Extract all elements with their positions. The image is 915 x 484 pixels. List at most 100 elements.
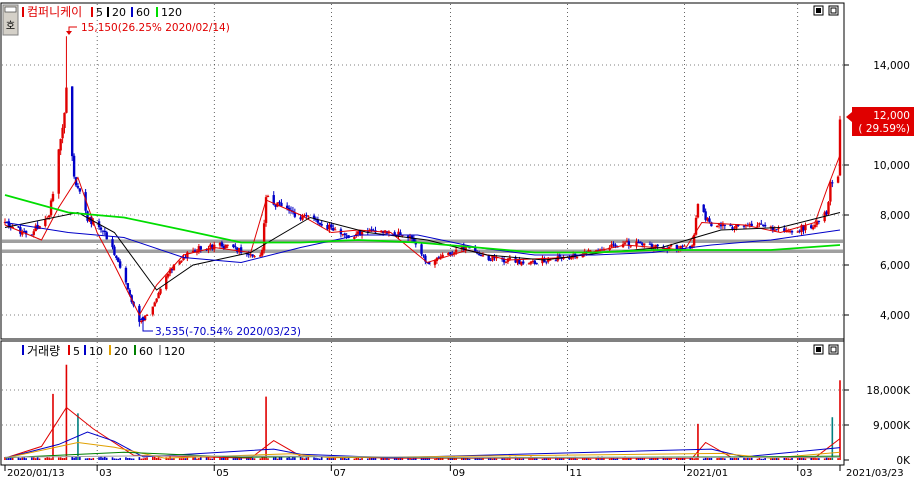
volume-bar [50, 458, 52, 460]
volume-bar [8, 457, 10, 460]
volume-bar [449, 458, 452, 460]
volume-bar [735, 457, 738, 460]
legend-marker-icon [22, 7, 24, 17]
volume-bar [142, 458, 145, 460]
candle-body [151, 306, 155, 315]
volume-bar [802, 458, 805, 460]
candle-body [702, 204, 705, 212]
candle-body [47, 215, 51, 218]
volume-bar [409, 458, 411, 460]
volume-bar [32, 457, 35, 460]
volume-bar [762, 458, 765, 460]
volume-bar [388, 458, 390, 460]
price-tick-label: 4,000 [880, 310, 910, 322]
volume-bar [276, 458, 279, 460]
candle-body [140, 321, 143, 323]
candle-body [508, 257, 512, 260]
candle-body [111, 239, 114, 248]
volume-bar [38, 458, 41, 460]
volume-bar [73, 457, 75, 460]
volume-bar [63, 458, 66, 460]
volume-bar [132, 458, 135, 460]
volume-bar [361, 458, 363, 460]
x-tick-label: 07 [333, 468, 346, 479]
volume-bar [48, 457, 50, 460]
legend-vol-ma5: 5 [73, 345, 80, 358]
volume-bar [654, 458, 657, 460]
candle-body [333, 229, 337, 231]
candle-body [330, 224, 333, 228]
candle-body [829, 181, 832, 202]
volume-bar [17, 457, 20, 460]
volume-bar [234, 458, 237, 460]
candle-body [126, 283, 130, 290]
volume-bar [57, 457, 60, 460]
x-tick-label: 09 [452, 468, 465, 479]
candle-body [63, 112, 66, 128]
legend-ma20-icon [107, 7, 109, 17]
candle-body [708, 218, 711, 222]
volume-bar [313, 457, 315, 460]
volume-bar [111, 457, 114, 460]
candle-body [817, 220, 821, 222]
x-tick-label: 2021/01 [687, 468, 729, 479]
candle-body [683, 245, 686, 247]
volume-bar [651, 458, 653, 460]
candle-body [266, 195, 270, 197]
volume-bar [724, 458, 726, 460]
candle-body [145, 314, 149, 316]
volume-bar [86, 458, 89, 460]
volume-bar [100, 456, 102, 460]
candle-body [827, 202, 830, 214]
volume-bar [710, 457, 713, 460]
candle-body [78, 188, 82, 192]
volume-bar [827, 457, 830, 460]
legend-vol-ma120-icon [159, 345, 161, 355]
volume-bar [748, 458, 751, 460]
volume-bar [21, 457, 24, 460]
volume-bar [303, 458, 306, 460]
pin-icon[interactable]: 호 [2, 4, 19, 36]
candle-body [487, 255, 490, 261]
candle-body [575, 257, 579, 259]
volume-bar [301, 457, 304, 460]
volume-bar [716, 458, 718, 460]
current-change: ( 29.59%) [858, 123, 910, 135]
candle-body [393, 232, 396, 235]
candle-body [259, 255, 262, 257]
volume-bar [92, 457, 95, 460]
candle-body [643, 243, 646, 246]
volume-bar [505, 458, 507, 460]
volume-bar [130, 458, 133, 460]
volume-bar [90, 458, 93, 460]
volume-bar [155, 457, 158, 460]
x-tick-labels: 2020/01/13 03 05 07 09 11 2021/01 03 [4, 465, 813, 479]
candle-body [113, 246, 116, 255]
volume-bar [737, 458, 740, 460]
price-panel-maximize-button[interactable] [828, 5, 839, 16]
volume-bar [272, 457, 275, 460]
price-panel-restore-button[interactable] [813, 5, 824, 16]
volume-bar [541, 458, 544, 460]
volume-panel-restore-button[interactable] [813, 344, 824, 355]
candle-body [756, 225, 759, 227]
candle-body [813, 224, 817, 228]
candle-body [441, 254, 444, 258]
candle-body [656, 244, 659, 247]
candle-body [99, 227, 103, 230]
candle-body [57, 149, 60, 194]
legend-ma20: 20 [112, 6, 126, 19]
volume-bar [232, 458, 235, 460]
volume-panel-maximize-button[interactable] [828, 344, 839, 355]
current-price-tag: 12,000 ( 29.59%) [846, 107, 914, 136]
volume-bar [468, 458, 471, 460]
volume-bar [6, 458, 8, 460]
volume-bar [79, 457, 81, 460]
volume-bar [589, 458, 592, 460]
candle-body [124, 267, 128, 283]
last-date-label: 2021/03/23 [846, 468, 904, 479]
candle-body [220, 242, 224, 247]
volume-marker-icon [22, 345, 24, 355]
volume-bar [837, 458, 839, 460]
volume-bar [294, 457, 296, 460]
